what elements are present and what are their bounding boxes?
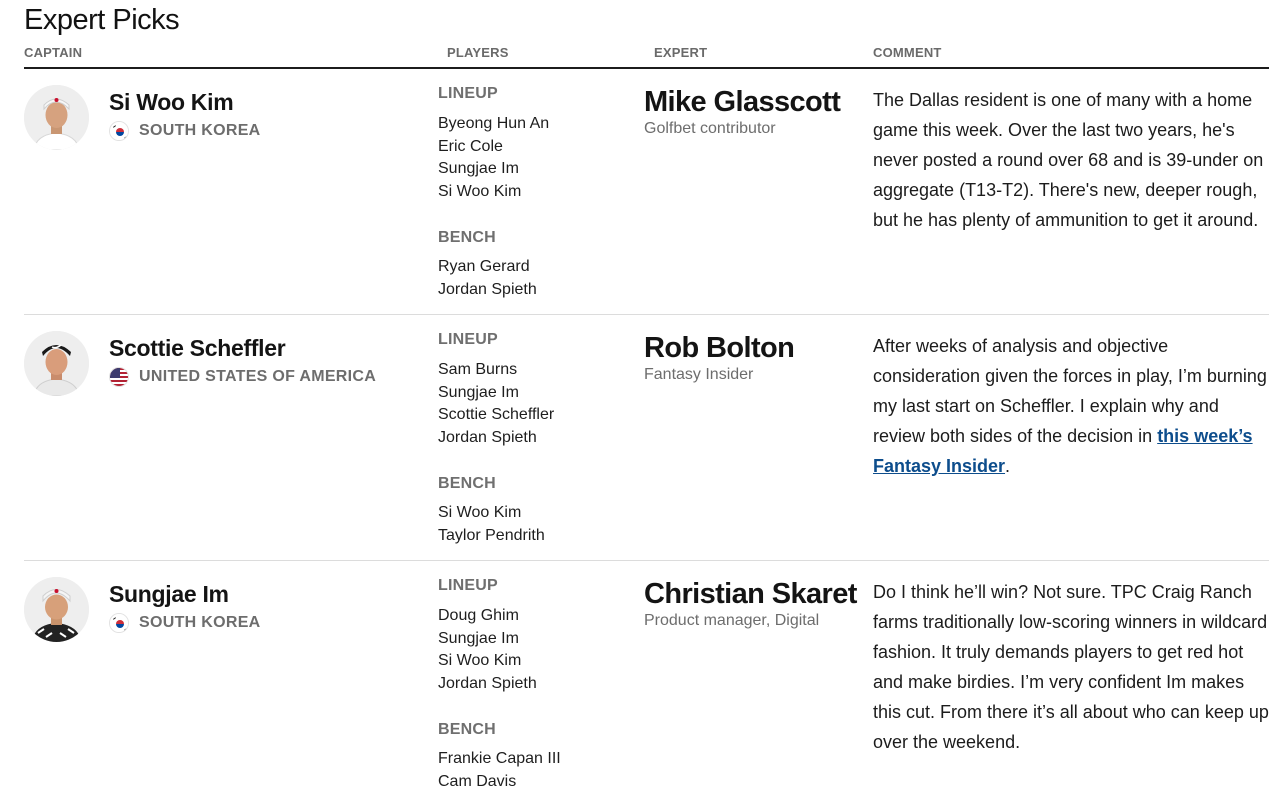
- country-name: SOUTH KOREA: [139, 122, 261, 139]
- expert-role: Golfbet contributor: [644, 120, 776, 137]
- bench-label: BENCH: [438, 475, 496, 492]
- column-header-expert: EXPERT: [654, 45, 708, 60]
- page-title: Expert Picks: [24, 4, 180, 36]
- country-name: SOUTH KOREA: [139, 614, 261, 631]
- lineup-player: Sungjae Im: [438, 160, 519, 177]
- bench-player: Cam Davis: [438, 772, 517, 790]
- usa-flag-icon: [109, 367, 129, 387]
- bench-list: Ryan Gerard Jordan Spieth: [438, 256, 638, 301]
- table-header: CAPTAIN PLAYERS EXPERT COMMENT: [24, 45, 1269, 69]
- lineup-player: Si Woo Kim: [438, 652, 522, 669]
- players-column: LINEUP Doug Ghim Sungjae Im Si Woo Kim J…: [438, 575, 638, 790]
- captain-country: UNITED STATES OF AMERICA: [109, 367, 376, 387]
- captain-country: SOUTH KOREA: [109, 613, 261, 633]
- expert-column: Rob Bolton Fantasy Insider: [644, 331, 874, 384]
- lineup-player: Si Woo Kim: [438, 182, 522, 200]
- lineup-player: Byeong Hun An: [438, 115, 550, 132]
- south-korea-flag-icon: [109, 613, 129, 633]
- south-korea-flag-icon: [109, 121, 129, 141]
- table-row: Si Woo Kim SOUTH KOREA LINEUP Byeong Hun…: [24, 69, 1269, 315]
- lineup-player: Sungjae Im: [438, 629, 519, 647]
- expert-picks-page: Expert Picks CAPTAIN PLAYERS EXPERT COMM…: [0, 0, 1283, 790]
- lineup-label: LINEUP: [438, 331, 498, 348]
- comment-text-end: .: [1005, 456, 1011, 476]
- comment-text: The Dallas resident is one of many with …: [873, 90, 1264, 230]
- bench-player: Taylor Pendrith: [438, 526, 545, 544]
- captain-name[interactable]: Sungjae Im: [109, 581, 229, 608]
- lineup-player: Sungjae Im: [438, 383, 519, 401]
- expert-column: Mike Glasscott Golfbet contributor: [644, 85, 874, 138]
- captain-name[interactable]: Si Woo Kim: [109, 89, 234, 116]
- lineup-label: LINEUP: [438, 577, 498, 594]
- country-name: UNITED STATES OF AMERICA: [139, 368, 377, 385]
- players-column: LINEUP Sam Burns Sungjae Im Scottie Sche…: [438, 329, 638, 547]
- expert-name: Christian Skaret: [644, 578, 857, 610]
- bench-player: Frankie Capan III: [438, 750, 561, 767]
- players-column: LINEUP Byeong Hun An Eric Cole Sungjae I…: [438, 83, 638, 301]
- lineup-list: Sam Burns Sungjae Im Scottie Scheffler J…: [438, 359, 638, 449]
- bench-player: Jordan Spieth: [438, 280, 537, 298]
- lineup-player: Scottie Scheffler: [438, 406, 555, 423]
- column-header-captain: CAPTAIN: [24, 45, 83, 60]
- lineup-player: Doug Ghim: [438, 607, 519, 624]
- table-row: Sungjae Im SOUTH KOREA LINEUP Doug Ghim …: [24, 561, 1269, 790]
- expert-role: Fantasy Insider: [644, 366, 754, 383]
- lineup-player: Eric Cole: [438, 137, 503, 155]
- comment-text: Do I think he’ll win? Not sure. TPC Crai…: [873, 582, 1269, 752]
- column-header-players: PLAYERS: [447, 45, 509, 60]
- table-row: Scottie Scheffler UNITED STATES OF AMERI…: [24, 315, 1269, 561]
- lineup-player: Jordan Spieth: [438, 428, 537, 446]
- lineup-player: Jordan Spieth: [438, 674, 537, 692]
- bench-list: Si Woo Kim Taylor Pendrith: [438, 502, 638, 547]
- expert-comment: After weeks of analysis and objective co…: [873, 331, 1269, 481]
- captain-avatar[interactable]: [24, 331, 89, 396]
- expert-role: Product manager, Digital: [644, 612, 820, 629]
- captain-country: SOUTH KOREA: [109, 121, 261, 141]
- column-header-comment: COMMENT: [873, 45, 942, 60]
- bench-label: BENCH: [438, 721, 496, 738]
- lineup-label: LINEUP: [438, 85, 498, 102]
- expert-comment: The Dallas resident is one of many with …: [873, 85, 1269, 235]
- expert-name: Mike Glasscott: [644, 86, 841, 118]
- lineup-list: Byeong Hun An Eric Cole Sungjae Im Si Wo…: [438, 113, 638, 203]
- expert-column: Christian Skaret Product manager, Digita…: [644, 577, 874, 630]
- bench-player: Ryan Gerard: [438, 258, 530, 275]
- bench-player: Si Woo Kim: [438, 504, 522, 521]
- lineup-player: Sam Burns: [438, 361, 518, 378]
- captain-avatar[interactable]: [24, 85, 89, 150]
- bench-list: Frankie Capan III Cam Davis: [438, 748, 638, 790]
- expert-comment: Do I think he’ll win? Not sure. TPC Crai…: [873, 577, 1269, 757]
- captain-avatar[interactable]: [24, 577, 89, 642]
- expert-name: Rob Bolton: [644, 332, 795, 364]
- lineup-list: Doug Ghim Sungjae Im Si Woo Kim Jordan S…: [438, 605, 638, 695]
- bench-label: BENCH: [438, 229, 496, 246]
- captain-name[interactable]: Scottie Scheffler: [109, 335, 286, 362]
